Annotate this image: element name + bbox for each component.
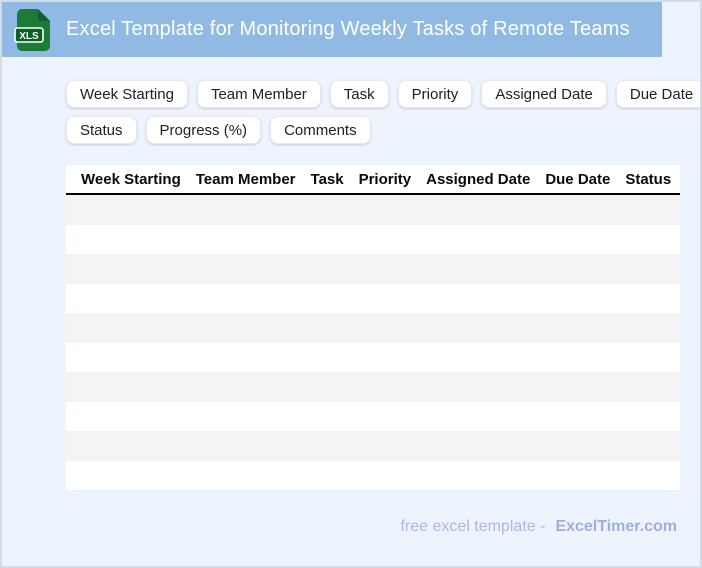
column-header: Priority [358,170,412,188]
column-chip[interactable]: Status [66,116,137,144]
table-header-row: Week Starting Team Member Task Priority … [66,165,680,195]
table-row [66,313,680,343]
table-row [66,283,680,313]
xls-badge-label: XLS [19,31,39,42]
table-row [66,342,680,372]
table-row [66,195,680,225]
column-chip[interactable]: Week Starting [66,80,188,108]
column-chip[interactable]: Task [329,80,389,108]
column-header: Due Date [545,170,611,188]
column-chips: Week Starting Team Member Task Priority … [66,80,700,144]
tasks-table: Week Starting Team Member Task Priority … [66,165,680,490]
table-row [66,224,680,254]
column-header: Task [310,170,344,188]
table-row [66,401,680,431]
column-header: Status [625,170,672,188]
column-header: Week Starting [81,170,181,188]
chip-row-1: Week Starting Team Member Task Priority … [66,80,700,108]
column-header: Team Member [195,170,296,188]
footer: free excel template - ExcelTimer.com [400,518,677,536]
page: XLS Excel Template for Monitoring Weekly… [0,0,702,568]
column-header: Assigned Date [426,170,531,188]
column-chip[interactable]: Assigned Date [481,80,607,108]
chip-row-2: Status Progress (%) Comments [66,116,700,144]
app-header: XLS Excel Template for Monitoring Weekly… [2,2,662,57]
table-row [66,254,680,284]
footer-text: free excel template - [400,518,546,535]
column-chip[interactable]: Comments [270,116,371,144]
xls-file-icon: XLS [14,8,50,51]
table-row [66,460,680,490]
table-row [66,431,680,461]
table-body [66,195,680,490]
column-chip[interactable]: Priority [397,80,473,108]
column-chip[interactable]: Progress (%) [145,116,262,144]
column-chip[interactable]: Team Member [196,80,321,108]
page-title: Excel Template for Monitoring Weekly Tas… [66,18,630,40]
column-chip[interactable]: Due Date [615,80,700,108]
table-row [66,372,680,402]
footer-brand-link[interactable]: ExcelTimer.com [555,518,677,535]
